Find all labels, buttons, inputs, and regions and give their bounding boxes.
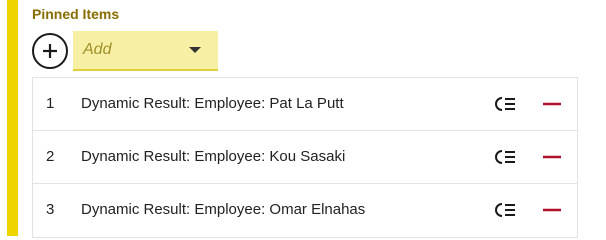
remove-item-button[interactable] <box>541 147 563 167</box>
pinned-items-section: Pinned Items Add 1 Dynamic Result: Emplo… <box>32 0 578 238</box>
add-row: Add <box>32 31 292 71</box>
item-label: Dynamic Result: Employee: Omar Elnahas <box>81 201 366 218</box>
filter-list-icon[interactable] <box>494 200 518 220</box>
item-label: Dynamic Result: Employee: Pat La Putt <box>81 95 344 112</box>
pinned-items-list: 1 Dynamic Result: Employee: Pat La Putt … <box>32 77 578 238</box>
list-item: 2 Dynamic Result: Employee: Kou Sasaki <box>33 131 577 184</box>
section-title: Pinned Items <box>32 6 120 22</box>
caret-down-icon <box>189 47 201 53</box>
item-number: 2 <box>46 148 55 165</box>
list-item: 3 Dynamic Result: Employee: Omar Elnahas <box>33 184 577 237</box>
remove-item-button[interactable] <box>541 94 563 114</box>
filter-list-icon[interactable] <box>494 94 518 114</box>
add-button[interactable] <box>32 33 68 69</box>
item-number: 3 <box>46 201 55 218</box>
item-label: Dynamic Result: Employee: Kou Sasaki <box>81 148 346 165</box>
item-number: 1 <box>46 95 55 112</box>
remove-item-button[interactable] <box>541 200 563 220</box>
accent-bar <box>7 0 18 236</box>
add-dropdown-placeholder: Add <box>83 41 112 58</box>
list-item: 1 Dynamic Result: Employee: Pat La Putt <box>33 78 577 131</box>
plus-icon <box>43 44 57 58</box>
add-dropdown[interactable]: Add <box>73 31 218 71</box>
filter-list-icon[interactable] <box>494 147 518 167</box>
